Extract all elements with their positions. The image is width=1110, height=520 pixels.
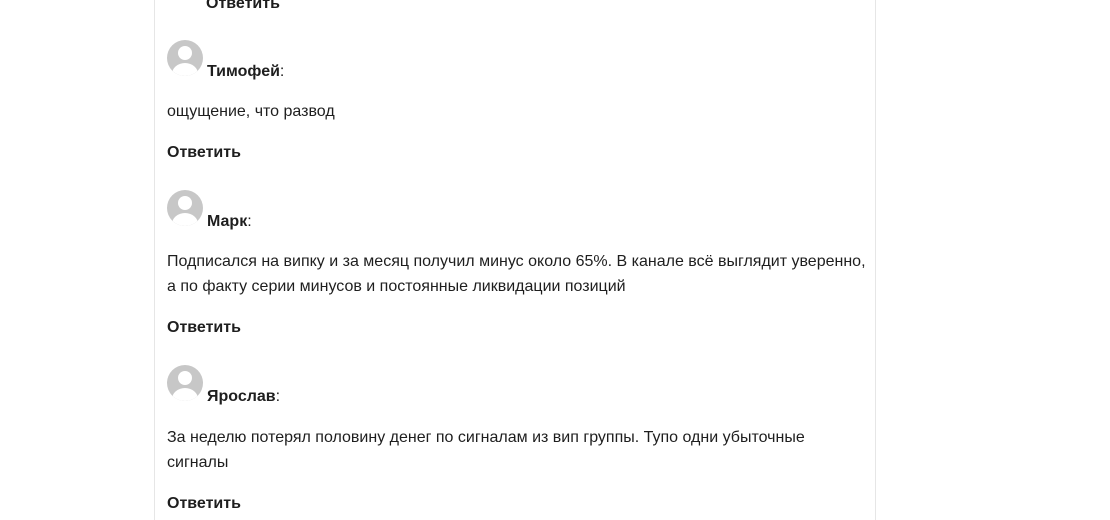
avatar-head-shape	[178, 196, 192, 210]
avatar	[167, 40, 203, 76]
comment-author: Тимофей:	[207, 62, 284, 82]
avatar-head-shape	[178, 371, 192, 385]
avatar-head-shape	[178, 46, 192, 60]
comment-author: Ярослав:	[207, 387, 280, 407]
author-name: Ярослав	[207, 388, 276, 405]
author-name: Тимофей	[207, 63, 280, 80]
comment-text: ощущение, что развод	[167, 103, 335, 120]
comment-text: Подписался на випку и за месяц получил м…	[167, 253, 866, 295]
comment-item: Ярослав: За неделю потерял половину дене…	[167, 365, 867, 520]
avatar-body-shape	[172, 63, 198, 76]
avatar-body-shape	[172, 213, 198, 226]
page: Ответить Тимофей: ощущение, что развод О…	[0, 0, 1110, 520]
avatar	[167, 365, 203, 401]
reply-link[interactable]: Ответить	[167, 143, 241, 163]
comment-author: Марк:	[207, 212, 252, 232]
reply-link-previous[interactable]: Ответить	[206, 0, 280, 14]
reply-link[interactable]: Ответить	[167, 318, 241, 338]
author-colon: :	[247, 213, 252, 230]
avatar	[167, 190, 203, 226]
comment-item: Марк: Подписался на випку и за месяц пол…	[167, 190, 867, 350]
comment-text: За неделю потерял половину денег по сигн…	[167, 429, 805, 471]
author-colon: :	[275, 388, 281, 405]
avatar-body-shape	[172, 388, 198, 401]
reply-link[interactable]: Ответить	[167, 494, 241, 514]
comments-column: Ответить Тимофей: ощущение, что развод О…	[154, 0, 876, 520]
author-colon: :	[279, 63, 285, 80]
comment-item: Тимофей: ощущение, что развод Ответить	[167, 40, 867, 170]
author-name: Марк	[207, 213, 248, 230]
